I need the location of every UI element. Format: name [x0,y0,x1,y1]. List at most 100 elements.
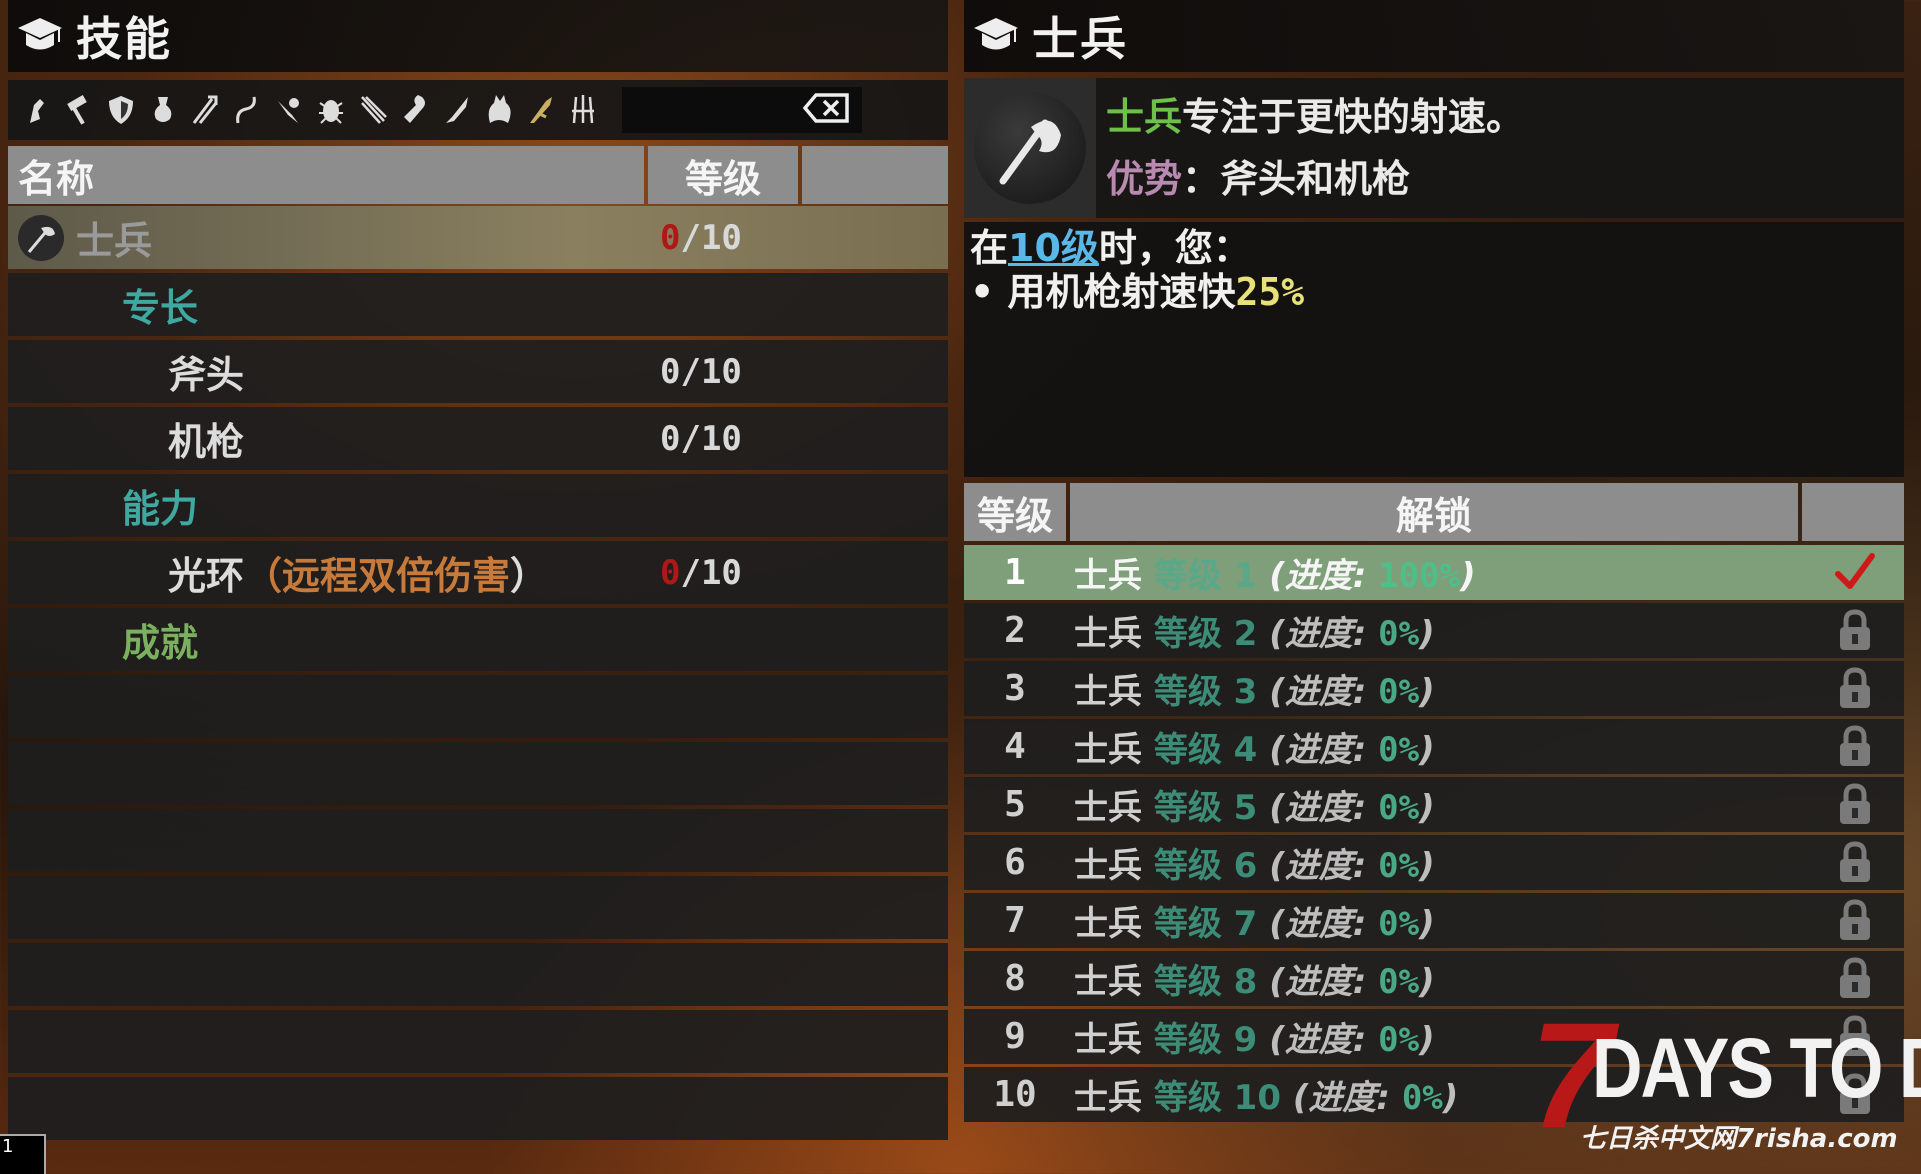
unlock-level-number: 10 [993,1074,1037,1115]
empty-row [8,1077,948,1140]
unlock-label: 士兵 等级 1 (进度: 100%) [1074,556,1476,596]
clear-search-icon[interactable] [802,92,850,128]
lock-icon [1834,783,1876,825]
claw-icon[interactable] [566,90,600,130]
skills-list-header: 名称 等级 [8,146,948,204]
skills-title-bar: 技能 [8,0,948,72]
perk-title: 士兵 [1032,12,1128,66]
perk-description: 在10级时，您： • 用机枪射速快25% [964,222,1904,477]
category-name: 能力 [122,487,199,531]
skills-panel: 技能 名称 等级 士兵 0/10 专长 斧头 0/10 机枪 0/10 能力 光… [8,0,948,1140]
wrench-icon[interactable] [398,90,432,130]
unlock-row[interactable]: 7 士兵 等级 7 (进度: 0%) [964,893,1904,948]
perk-summary: 士兵 专注于更快的射速。 [1106,94,1525,139]
logo-title: DAYS TO DIE [1592,1021,1921,1115]
blade-icon[interactable] [356,90,390,130]
unlock-row[interactable]: 5 士兵 等级 5 (进度: 0%) [964,777,1904,832]
skill-row-aura[interactable]: 光环（远程双倍伤害） 0/10 [8,541,948,604]
skills-title: 技能 [76,12,172,66]
skill-name: 机枪 [168,420,245,464]
unlock-label: 士兵 等级 10 (进度: 0%) [1074,1078,1459,1118]
desc-line-2: • 用机枪射速快25% [970,270,1305,314]
unlock-label: 士兵 等级 8 (进度: 0%) [1074,962,1435,1002]
knife-icon[interactable] [440,90,474,130]
bow-icon[interactable] [272,90,306,130]
flask-icon[interactable] [146,90,180,130]
unlock-level-number: 4 [1004,726,1026,767]
unlock-row[interactable]: 4 士兵 等级 4 (进度: 0%) [964,719,1904,774]
skill-row-machinegun[interactable]: 机枪 0/10 [8,407,948,470]
unlock-level-header[interactable]: 等级 [964,483,1066,541]
skill-row-axe[interactable]: 斧头 0/10 [8,340,948,403]
empty-row [8,742,948,805]
bug-icon[interactable] [314,90,348,130]
empty-row [8,675,948,738]
unlock-row[interactable]: 3 士兵 等级 3 (进度: 0%) [964,661,1904,716]
perk-info: 士兵 专注于更快的射速。 优势 ：斧头和机枪 [964,78,1904,218]
category-row-ability: 能力 [8,474,948,537]
corner-indicator: 1 [0,1134,46,1174]
unlock-row[interactable]: 2 士兵 等级 2 (进度: 0%) [964,603,1904,658]
unlock-level-number: 2 [1004,610,1026,651]
hammer-icon[interactable] [62,90,96,130]
unlock-label: 士兵 等级 4 (进度: 0%) [1074,730,1435,770]
name-column-header[interactable]: 名称 [8,146,644,204]
perk-advantage: 优势 ：斧头和机枪 [1106,156,1411,201]
unlock-label: 士兵 等级 5 (进度: 0%) [1074,788,1435,828]
unlock-label: 士兵 等级 7 (进度: 0%) [1074,904,1435,944]
perk-title-bar: 士兵 [964,0,1904,72]
skill-name: 士兵 [76,219,153,263]
axe-icon [999,119,1061,185]
level-column-header[interactable]: 等级 [648,146,798,204]
game-logo-watermark: 7 DAYS TO DIE 七日杀中文网7risha.com [1530,1000,1921,1154]
blank-column-header [802,146,948,204]
unlock-label: 士兵 等级 3 (进度: 0%) [1074,672,1435,712]
unlock-row[interactable]: 6 士兵 等级 6 (进度: 0%) [964,835,1904,890]
empty-row [8,943,948,1006]
level-link[interactable]: 10级 [1008,226,1099,270]
wolf-icon[interactable] [482,90,516,130]
unlock-name-header[interactable]: 解锁 [1070,483,1798,541]
category-row-achievement: 成就 [8,608,948,671]
unlock-label: 士兵 等级 9 (进度: 0%) [1074,1020,1435,1060]
checkmark-icon [1834,551,1876,593]
unlock-level-number: 5 [1004,784,1026,825]
skill-name: 光环（远程双倍伤害） [168,554,549,598]
axe-icon [18,214,64,261]
search-input[interactable] [622,87,862,133]
unlock-level-number: 3 [1004,668,1026,709]
category-name: 成就 [122,621,199,665]
whip-icon[interactable] [230,90,264,130]
category-row-specialty: 专长 [8,273,948,336]
unlock-label: 士兵 等级 6 (进度: 0%) [1074,846,1435,886]
unlock-level-number: 7 [1004,900,1026,941]
unlock-level-number: 9 [1004,1016,1026,1057]
empty-row [8,876,948,939]
perk-detail-panel: 士兵 士兵 专注于更快的射速。 优势 ：斧头和机枪 在10级时，您： • 用机枪射速… [964,0,1904,1136]
spear-icon[interactable] [188,90,222,130]
lock-icon [1834,899,1876,941]
lock-icon [1834,957,1876,999]
skills-list: 士兵 0/10 专长 斧头 0/10 机枪 0/10 能力 光环（远程双倍伤害）… [8,206,948,1140]
unlock-row[interactable]: 1 士兵 等级 1 (进度: 100%) [964,545,1904,600]
unlock-label: 士兵 等级 2 (进度: 0%) [1074,614,1435,654]
skill-level: 0/10 [660,418,742,459]
shield-icon[interactable] [104,90,138,130]
unlock-table-header: 等级 解锁 [964,483,1904,541]
unlock-row[interactable]: 8 士兵 等级 8 (进度: 0%) [964,951,1904,1006]
lock-icon [1834,841,1876,883]
gun-icon[interactable] [524,90,558,130]
empty-row [8,809,948,872]
logo-subtitle: 七日杀中文网7risha.com [1580,1124,1898,1154]
lock-icon [1834,725,1876,767]
graduation-cap-icon [16,12,64,60]
unlock-level-number: 8 [1004,958,1026,999]
skill-level: 0/10 [660,217,742,258]
category-filter-bar [8,80,948,140]
skill-level: 0/10 [660,552,742,593]
lock-icon [1834,667,1876,709]
fist-icon[interactable] [20,90,54,130]
perk-icon-box [964,78,1096,218]
desc-line-1: 在10级时，您： [970,226,1251,270]
skill-row-soldier[interactable]: 士兵 0/10 [8,206,948,269]
